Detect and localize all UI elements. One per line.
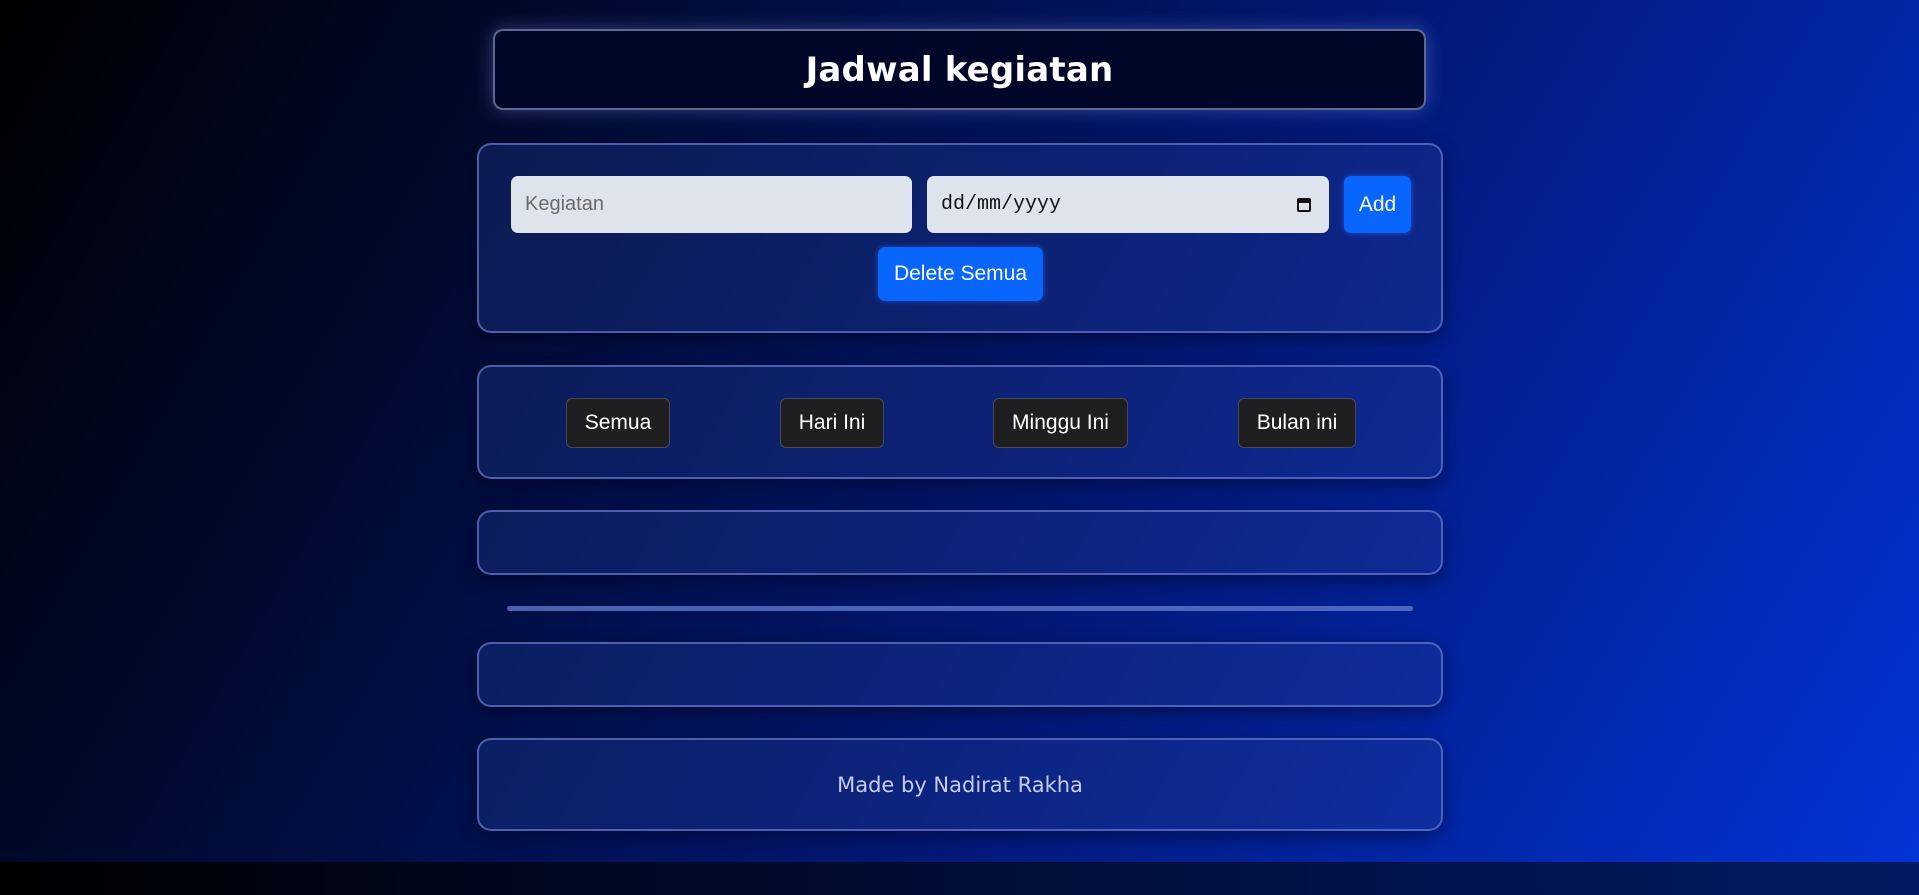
page-bottom-strip xyxy=(0,862,1919,895)
filter-bar: Semua Hari Ini Minggu Ini Bulan ini xyxy=(477,365,1443,479)
add-activity-form: Kegiatan dd/mm/yyyy Add Delete Semua xyxy=(477,143,1443,333)
calendar-icon[interactable] xyxy=(1297,197,1311,212)
activity-list xyxy=(477,510,1443,575)
date-input-placeholder: dd/mm/yyyy xyxy=(941,193,1062,216)
activity-input[interactable]: Kegiatan xyxy=(511,176,912,233)
activity-input-placeholder: Kegiatan xyxy=(525,193,604,215)
page-title: Jadwal kegiatan xyxy=(805,49,1114,90)
header: Jadwal kegiatan xyxy=(493,29,1426,110)
footer: Made by Nadirat Rakha xyxy=(477,738,1443,831)
filter-month-button[interactable]: Bulan ini xyxy=(1238,398,1356,448)
filter-today-button[interactable]: Hari Ini xyxy=(780,398,884,448)
date-input[interactable]: dd/mm/yyyy xyxy=(927,176,1329,233)
completed-list xyxy=(477,642,1443,707)
filter-all-button[interactable]: Semua xyxy=(566,398,670,448)
filter-week-button[interactable]: Minggu Ini xyxy=(993,398,1128,448)
add-button[interactable]: Add xyxy=(1344,176,1411,233)
footer-credit: Made by Nadirat Rakha xyxy=(837,772,1083,797)
section-divider xyxy=(507,606,1413,611)
delete-all-button[interactable]: Delete Semua xyxy=(878,247,1043,301)
app-background: Jadwal kegiatan Kegiatan dd/mm/yyyy Add … xyxy=(0,0,1919,862)
